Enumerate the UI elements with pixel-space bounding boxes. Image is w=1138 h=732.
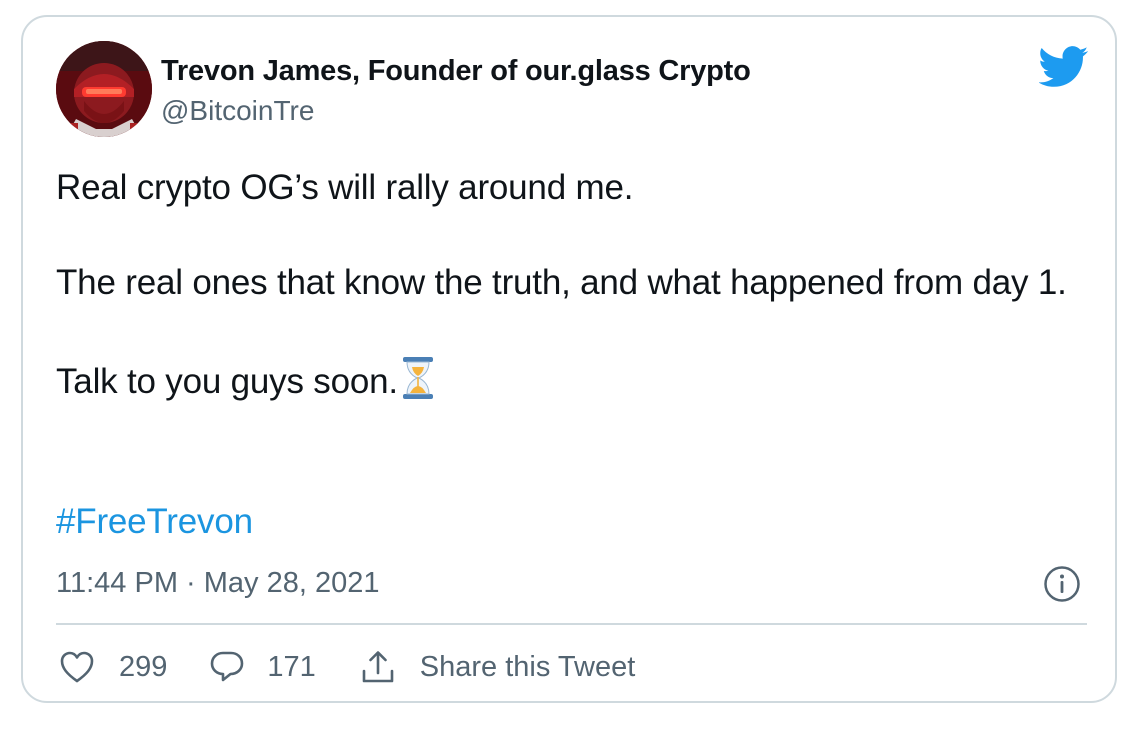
- author-display-name[interactable]: Trevon James, Founder of our.glass Crypt…: [161, 55, 751, 88]
- like-button[interactable]: 299: [59, 650, 167, 684]
- avatar[interactable]: [56, 41, 152, 137]
- share-icon: [362, 651, 394, 683]
- hashtag-link[interactable]: #FreeTrevon: [56, 502, 253, 542]
- twitter-bird-icon[interactable]: [1039, 46, 1089, 88]
- tweet-body: Real crypto OG’s will rally around me. T…: [56, 165, 1076, 405]
- info-icon[interactable]: [1043, 565, 1081, 603]
- tweet-paragraph: Talk to you guys soon.: [56, 362, 398, 401]
- author-handle[interactable]: @BitcoinTre: [161, 95, 314, 127]
- tweet-card: Trevon James, Founder of our.glass Crypt…: [21, 15, 1117, 703]
- like-count: 299: [119, 650, 168, 683]
- tweet-paragraph-with-emoji: Talk to you guys soon.: [56, 355, 1076, 405]
- speech-bubble-icon: [211, 651, 244, 682]
- tweet-paragraph: Real crypto OG’s will rally around me.: [56, 168, 634, 207]
- tweet-timestamp[interactable]: 11:44 PM · May 28, 2021: [56, 567, 379, 600]
- reply-count: 171: [267, 650, 316, 683]
- avatar-image: [56, 41, 152, 137]
- divider: [56, 623, 1087, 625]
- hourglass-icon: [402, 357, 433, 399]
- tweet-actions: 299 171 Share this Tweet: [59, 647, 635, 687]
- share-label: Share this Tweet: [419, 650, 636, 683]
- reply-button[interactable]: 171: [209, 649, 316, 685]
- tweet-paragraph: The real ones that know the truth, and w…: [56, 263, 1067, 302]
- heart-icon: [60, 651, 94, 683]
- share-button[interactable]: Share this Tweet: [360, 649, 635, 685]
